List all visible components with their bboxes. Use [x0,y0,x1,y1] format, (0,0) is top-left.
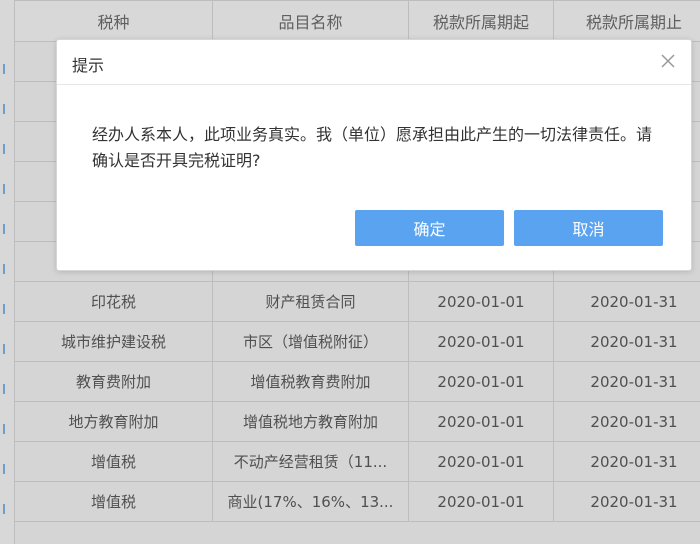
confirm-button[interactable]: 确定 [355,210,504,246]
confirm-dialog: 提示 经办人系本人，此项业务真实。我（单位）愿承担由此产生的一切法律责任。请确认… [56,39,692,271]
dialog-header: 提示 [57,40,691,85]
cancel-button[interactable]: 取消 [514,210,663,246]
close-icon[interactable] [657,50,679,72]
dialog-title: 提示 [72,56,105,75]
dialog-message: 经办人系本人，此项业务真实。我（单位）愿承担由此产生的一切法律责任。请确认是否开… [92,125,653,170]
